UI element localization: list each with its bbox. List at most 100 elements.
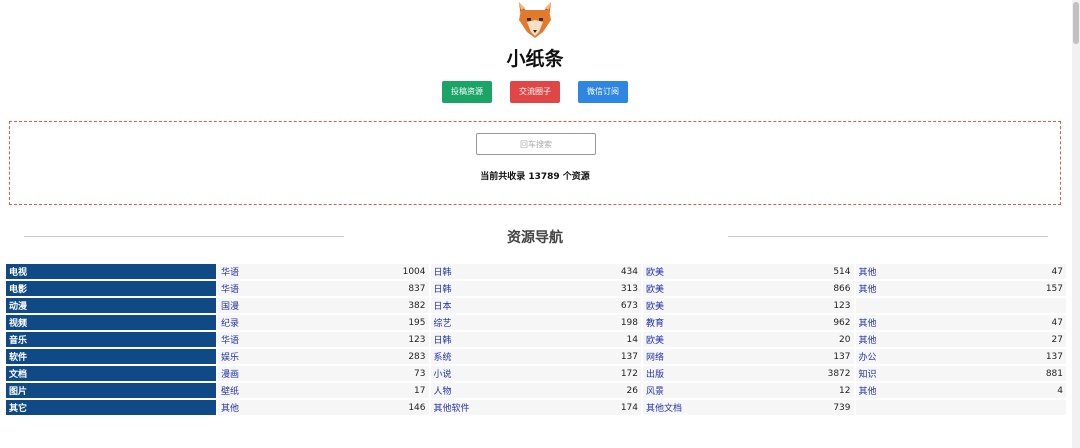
subcategory-link[interactable]: 小说 172 — [434, 367, 639, 381]
category-name[interactable]: 动漫 — [6, 298, 216, 313]
subcategory-link[interactable]: 其他 146 — [221, 401, 426, 415]
subcategory-link[interactable]: 人物 26 — [434, 384, 639, 398]
subcategory-cell[interactable]: 其他软件 174 — [430, 400, 641, 415]
subcategory-cell[interactable]: 小说 172 — [430, 366, 641, 381]
subcategory-label[interactable]: 其他 — [221, 401, 239, 414]
category-name[interactable]: 其它 — [6, 400, 216, 415]
subcategory-link[interactable]: 其他 4 — [859, 384, 1064, 398]
subcategory-cell[interactable]: 壁纸 17 — [218, 383, 429, 398]
subcategory-label[interactable]: 华语 — [221, 282, 239, 295]
category-name[interactable]: 文档 — [6, 366, 216, 381]
subcategory-cell[interactable]: 知识 881 — [855, 366, 1066, 381]
subcategory-cell[interactable]: 欧美 20 — [643, 332, 854, 347]
subcategory-label[interactable]: 风景 — [646, 384, 664, 397]
category-name[interactable]: 电视 — [6, 264, 216, 279]
subcategory-link[interactable]: 日本 673 — [434, 299, 639, 313]
subcategory-cell[interactable]: 网络 137 — [643, 349, 854, 364]
subcategory-link[interactable]: 欧美 514 — [646, 265, 851, 279]
subcategory-link[interactable]: 华语 1004 — [221, 265, 426, 279]
subcategory-link[interactable]: 其他 157 — [859, 282, 1064, 296]
subcategory-cell[interactable]: 华语 837 — [218, 281, 429, 296]
subcategory-link[interactable]: 华语 837 — [221, 282, 426, 296]
subcategory-cell[interactable]: 欧美 123 — [643, 298, 854, 313]
subcategory-label[interactable]: 其他软件 — [434, 401, 470, 414]
fox-logo-icon[interactable] — [515, 2, 555, 38]
subcategory-label[interactable]: 日韩 — [434, 333, 452, 346]
subcategory-cell[interactable]: 其他 47 — [855, 264, 1066, 279]
subcategory-label[interactable]: 综艺 — [434, 316, 452, 329]
category-name[interactable]: 软件 — [6, 349, 216, 364]
subcategory-label[interactable]: 其他 — [859, 384, 877, 397]
subcategory-cell[interactable]: 风景 12 — [643, 383, 854, 398]
subcategory-label[interactable]: 华语 — [221, 265, 239, 278]
page-scrollbar[interactable] — [1072, 0, 1080, 448]
subcategory-link[interactable]: 欧美 866 — [646, 282, 851, 296]
subcategory-link[interactable]: 日韩 14 — [434, 333, 639, 347]
subcategory-link[interactable]: 华语 123 — [221, 333, 426, 347]
subcategory-link[interactable]: 网络 137 — [646, 350, 851, 364]
subcategory-label[interactable]: 知识 — [859, 367, 877, 380]
subcategory-label[interactable]: 国漫 — [221, 299, 239, 312]
subcategory-label[interactable]: 欧美 — [646, 333, 664, 346]
subcategory-link[interactable]: 出版 3872 — [646, 367, 851, 381]
subcategory-label[interactable]: 欧美 — [646, 299, 664, 312]
subcategory-link[interactable]: 教育 962 — [646, 316, 851, 330]
subcategory-cell[interactable]: 漫画 73 — [218, 366, 429, 381]
subcategory-label[interactable]: 系统 — [434, 350, 452, 363]
subcategory-link[interactable]: 知识 881 — [859, 367, 1064, 381]
subcategory-cell[interactable]: 人物 26 — [430, 383, 641, 398]
subcategory-label[interactable]: 欧美 — [646, 282, 664, 295]
wechat-subscribe-button[interactable]: 微信订阅 — [578, 81, 628, 103]
category-name[interactable]: 音乐 — [6, 332, 216, 347]
subcategory-link[interactable]: 系统 137 — [434, 350, 639, 364]
category-name[interactable]: 图片 — [6, 383, 216, 398]
subcategory-link[interactable]: 其他软件 174 — [434, 401, 639, 415]
search-input[interactable] — [476, 133, 596, 155]
subcategory-cell[interactable]: 日韩 313 — [430, 281, 641, 296]
subcategory-cell[interactable]: 办公 137 — [855, 349, 1066, 364]
subcategory-label[interactable]: 其他 — [859, 265, 877, 278]
subcategory-link[interactable]: 日韩 313 — [434, 282, 639, 296]
subcategory-label[interactable]: 娱乐 — [221, 350, 239, 363]
subcategory-label[interactable]: 小说 — [434, 367, 452, 380]
subcategory-link[interactable]: 办公 137 — [859, 350, 1064, 364]
subcategory-link[interactable]: 日韩 434 — [434, 265, 639, 279]
subcategory-link[interactable]: 其他 47 — [859, 265, 1064, 279]
subcategory-label[interactable]: 人物 — [434, 384, 452, 397]
category-name[interactable]: 电影 — [6, 281, 216, 296]
subcategory-cell[interactable]: 娱乐 283 — [218, 349, 429, 364]
subcategory-label[interactable]: 壁纸 — [221, 384, 239, 397]
subcategory-cell[interactable]: 教育 962 — [643, 315, 854, 330]
subcategory-label[interactable]: 日韩 — [434, 265, 452, 278]
subcategory-cell[interactable]: 其他文档 739 — [643, 400, 854, 415]
subcategory-cell[interactable]: 其他 4 — [855, 383, 1066, 398]
subcategory-cell[interactable]: 其他 47 — [855, 315, 1066, 330]
subcategory-cell[interactable]: 其他 27 — [855, 332, 1066, 347]
subcategory-cell[interactable]: 纪录 195 — [218, 315, 429, 330]
subcategory-link[interactable]: 风景 12 — [646, 384, 851, 398]
subcategory-label[interactable]: 欧美 — [646, 265, 664, 278]
subcategory-link[interactable]: 综艺 198 — [434, 316, 639, 330]
subcategory-label[interactable]: 纪录 — [221, 316, 239, 329]
scrollbar-thumb[interactable] — [1073, 2, 1079, 44]
subcategory-cell[interactable]: 华语 123 — [218, 332, 429, 347]
subcategory-link[interactable]: 其他 47 — [859, 316, 1064, 330]
category-name[interactable]: 视频 — [6, 315, 216, 330]
subcategory-label[interactable]: 其他 — [859, 282, 877, 295]
subcategory-label[interactable]: 日本 — [434, 299, 452, 312]
subcategory-cell[interactable]: 其他 146 — [218, 400, 429, 415]
subcategory-link[interactable]: 娱乐 283 — [221, 350, 426, 364]
subcategory-label[interactable]: 其他 — [859, 333, 877, 346]
subcategory-cell[interactable]: 华语 1004 — [218, 264, 429, 279]
subcategory-link[interactable]: 欧美 20 — [646, 333, 851, 347]
subcategory-link[interactable]: 其他文档 739 — [646, 401, 851, 415]
subcategory-link[interactable]: 壁纸 17 — [221, 384, 426, 398]
community-button[interactable]: 交流圈子 — [510, 81, 560, 103]
subcategory-cell[interactable]: 系统 137 — [430, 349, 641, 364]
subcategory-cell[interactable]: 日本 673 — [430, 298, 641, 313]
subcategory-label[interactable]: 华语 — [221, 333, 239, 346]
subcategory-label[interactable]: 漫画 — [221, 367, 239, 380]
submit-resource-button[interactable]: 投稿资源 — [442, 81, 492, 103]
subcategory-cell[interactable]: 其他 157 — [855, 281, 1066, 296]
subcategory-link[interactable]: 其他 27 — [859, 333, 1064, 347]
